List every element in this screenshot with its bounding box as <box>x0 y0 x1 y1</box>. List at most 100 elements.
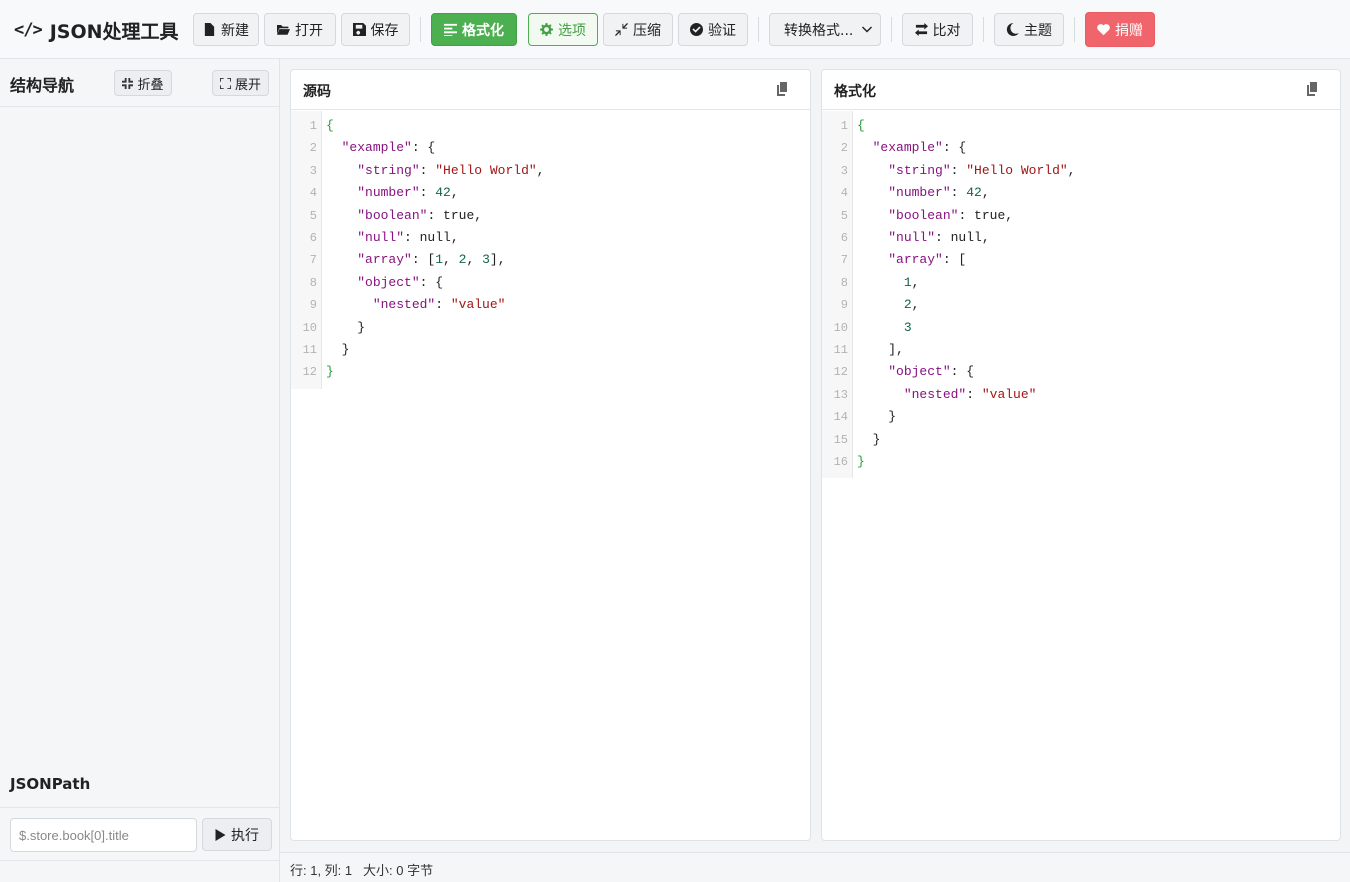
line-number: 3 <box>309 163 317 178</box>
folder-open-icon <box>277 25 290 35</box>
toolbar-divider <box>758 17 759 42</box>
source-panel: 源码 1 {2 "example": {3 "string": "Hello Wo… <box>290 69 811 841</box>
line-number: 1 <box>309 119 317 133</box>
line-number: 14 <box>833 410 848 425</box>
code-line: 3 <box>903 319 912 335</box>
compare-button[interactable]: 比对 <box>902 13 973 46</box>
jsonpath-query-bar: 执行 <box>0 807 279 861</box>
code-line: "boolean": true, <box>888 207 1014 223</box>
source-editor[interactable]: 1 {2 "example": {3 "string": "Hello World… <box>291 111 810 840</box>
expand-all-button[interactable]: 展开 <box>212 70 269 96</box>
app-brand: </> JSON处理工具 <box>14 16 179 44</box>
code-line: "array": [ <box>888 252 967 268</box>
source-panel-title: 源码 <box>303 84 331 100</box>
line-number: 3 <box>840 163 848 178</box>
line-number: 10 <box>302 320 317 335</box>
line-number: 6 <box>309 231 317 245</box>
code-line: "example": { <box>341 140 436 156</box>
code-line: ], <box>857 342 904 357</box>
new-button[interactable]: 新建 <box>193 13 259 46</box>
format-button[interactable]: 格式化 <box>431 13 517 46</box>
line-number: 9 <box>840 298 848 313</box>
file-icon <box>204 23 215 36</box>
toolbar-divider <box>420 17 421 42</box>
donate-button[interactable]: 捐赠 <box>1085 12 1155 47</box>
line-number: 2 <box>840 141 848 156</box>
code-line: } <box>326 319 366 335</box>
code-line: "nested": "value" <box>372 297 506 313</box>
align-left-icon <box>444 23 457 36</box>
sidebar-header: 结构导航 折叠 展开 <box>0 59 279 107</box>
theme-button[interactable]: 主题 <box>994 13 1064 46</box>
code-line: } <box>326 364 334 380</box>
toolbar-divider <box>891 17 892 42</box>
gear-icon <box>540 23 553 36</box>
source-panel-header: 源码 <box>291 70 810 110</box>
code-line: "example": { <box>872 140 967 156</box>
options-button[interactable]: 选项 <box>528 13 598 46</box>
save-button[interactable]: 保存 <box>341 13 410 46</box>
code-line: 1, <box>903 274 920 290</box>
code-line: } <box>857 409 897 425</box>
jsonpath-input[interactable] <box>10 818 197 852</box>
document-size: 大小: 0 字节 <box>363 863 434 878</box>
line-number: 6 <box>840 231 848 245</box>
status-bar: 行: 1, 列: 1 大小: 0 字节 <box>280 852 1350 882</box>
toolbar: </> JSON处理工具 新建 打开 保存 格式化 选项 压缩 验证 转换格式.… <box>0 0 1350 59</box>
code-line: "nested": "value" <box>903 386 1037 402</box>
code-line: } <box>857 431 881 447</box>
line-number: 12 <box>302 365 317 380</box>
code-icon: </> <box>14 20 43 40</box>
code-line: "null": null, <box>888 230 990 245</box>
line-number: 10 <box>833 320 848 335</box>
compress-icon <box>615 23 628 36</box>
line-number: 8 <box>309 275 317 290</box>
copy-icon[interactable] <box>775 81 791 97</box>
line-number: 11 <box>833 343 848 357</box>
code-line: { <box>326 118 334 133</box>
expand-icon <box>219 77 231 89</box>
line-number: 4 <box>309 186 317 201</box>
line-number: 8 <box>840 275 848 290</box>
formatted-panel: 格式化 1 {2 "example": { 3 "string": "Hello W… <box>821 69 1341 841</box>
open-button[interactable]: 打开 <box>264 13 336 46</box>
code-line: { <box>857 118 865 133</box>
line-number: 7 <box>309 253 317 268</box>
code-line: } <box>857 454 865 469</box>
validate-button[interactable]: 验证 <box>678 13 748 46</box>
line-number: 1 <box>840 119 848 133</box>
line-number: 2 <box>309 141 317 156</box>
structure-sidebar: 结构导航 折叠 展开 JSONPath 执行 <box>0 59 280 882</box>
convert-format-select[interactable]: 转换格式... <box>769 13 881 46</box>
collapse-all-button[interactable]: 折叠 <box>114 70 172 96</box>
line-number: 4 <box>840 186 848 201</box>
play-icon <box>215 828 226 841</box>
code-line: "string": "Hello World", <box>888 162 1076 178</box>
line-number: 5 <box>309 208 317 223</box>
line-number: 7 <box>840 253 848 268</box>
compress-button[interactable]: 压缩 <box>603 13 673 46</box>
cursor-position: 行: 1, 列: 1 <box>290 863 353 878</box>
compress-icon <box>122 77 134 89</box>
code-line: "number": 42, <box>888 185 990 201</box>
line-number: 16 <box>833 455 848 469</box>
copy-icon[interactable] <box>1305 81 1321 97</box>
code-line: "number": 42, <box>357 185 459 201</box>
line-number: 9 <box>309 298 317 313</box>
code-line: "array": [1, 2, 3], <box>357 252 506 268</box>
code-line: "object": { <box>357 274 444 290</box>
code-line: } <box>326 342 350 357</box>
exchange-icon <box>914 23 928 36</box>
save-icon <box>352 23 366 36</box>
line-number: 11 <box>302 343 317 357</box>
line-number: 12 <box>833 365 848 380</box>
heart-icon <box>1097 24 1110 36</box>
line-number: 13 <box>833 387 848 402</box>
formatted-panel-title: 格式化 <box>834 84 876 100</box>
toolbar-divider <box>1074 17 1075 42</box>
code-line: "null": null, <box>357 230 459 245</box>
execute-button[interactable]: 执行 <box>202 818 272 851</box>
code-line: "object": { <box>888 364 975 380</box>
chevron-down-icon <box>862 26 872 33</box>
formatted-editor[interactable]: 1 {2 "example": { 3 "string": "Hello World… <box>822 111 1340 840</box>
